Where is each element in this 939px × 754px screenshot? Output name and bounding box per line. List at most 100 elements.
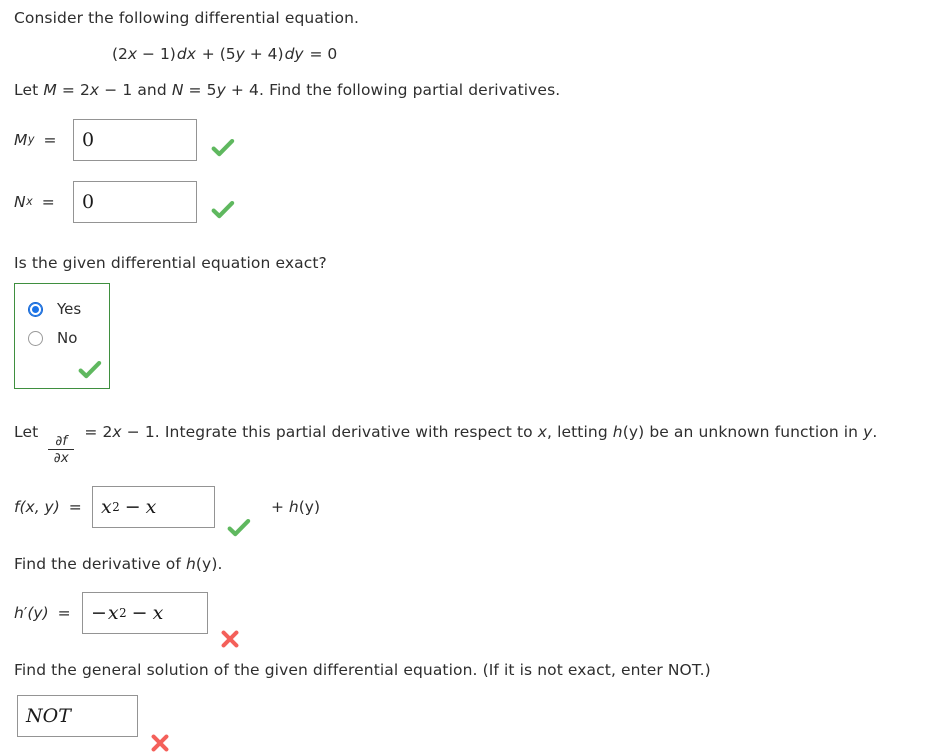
input-f[interactable]: x 2− x bbox=[92, 485, 215, 528]
exercise-page: Consider the following differential equa… bbox=[0, 0, 939, 752]
input-Nx[interactable]: 0 bbox=[73, 180, 197, 223]
eq-dx: dx bbox=[176, 44, 196, 63]
partial-Nx-row: Nx = 0 bbox=[14, 180, 939, 223]
general-solution-prompt: Find the general solution of the given d… bbox=[14, 660, 939, 681]
input-h-exponent: 2 bbox=[119, 605, 127, 620]
eq-dy: dy bbox=[284, 44, 304, 63]
integrate-after: − 1. Integrate this partial derivative w… bbox=[121, 422, 538, 441]
label-h-prime: h ′ (y) = bbox=[14, 592, 82, 634]
status-Nx bbox=[210, 181, 236, 223]
integrate-h-arg: (y) bbox=[622, 422, 645, 441]
integrate-tail-end: . bbox=[872, 422, 878, 441]
label-Nx-sub: x bbox=[26, 195, 33, 209]
input-general-solution[interactable]: NOT bbox=[17, 694, 138, 737]
let-mn-line: Let M = 2x − 1 and N = 5y + 4. Find the … bbox=[14, 80, 939, 101]
input-h-prime[interactable]: − x 2− x bbox=[82, 591, 208, 634]
input-f-exponent: 2 bbox=[112, 499, 120, 514]
input-Nx-value: 0 bbox=[82, 190, 95, 213]
line2-suffix: + 4. Find the following partial derivati… bbox=[225, 80, 561, 99]
derivative-prompt-arg: (y) bbox=[195, 554, 218, 573]
partial-fraction: ∂f ∂x bbox=[48, 432, 75, 466]
M-equals: = 2 bbox=[56, 80, 90, 99]
N-equals: = 5 bbox=[183, 80, 217, 99]
radio-option-yes[interactable]: Yes bbox=[15, 295, 109, 324]
differential-equation: (2x − 1)dx + (5y + 4)dy = 0 bbox=[112, 45, 939, 63]
correct-check-icon bbox=[211, 138, 235, 157]
integrate-tail: be an unknown function in bbox=[644, 422, 864, 441]
general-solution-text: Find the general solution of the given d… bbox=[14, 660, 711, 679]
label-Nx-equals: = bbox=[41, 192, 55, 211]
derivative-prompt: Find the derivative of h(y). bbox=[14, 554, 939, 575]
input-f-base: x bbox=[101, 495, 112, 518]
correct-check-icon bbox=[211, 200, 235, 219]
eq-plus-open: + (5 bbox=[196, 44, 236, 63]
correct-check-icon bbox=[78, 360, 102, 378]
input-h-tail: x bbox=[152, 601, 164, 624]
N-var-y: y bbox=[216, 80, 226, 99]
eq-var-y: y bbox=[235, 44, 245, 63]
input-general-solution-value: NOT bbox=[26, 704, 71, 727]
status-exact-question bbox=[15, 353, 109, 383]
integrate-respect-var: x bbox=[537, 422, 548, 441]
label-f-args: (x, y) bbox=[19, 497, 60, 516]
f-trailing-plus: + bbox=[271, 497, 289, 516]
label-f-equals: = bbox=[68, 497, 82, 516]
eq-plus-four: + 4) bbox=[244, 44, 284, 63]
eq-var-x: x bbox=[127, 44, 138, 63]
M-var-x: x bbox=[89, 80, 100, 99]
eq-minus-one: − 1) bbox=[137, 44, 176, 63]
radio-no-label: No bbox=[57, 329, 78, 348]
radio-option-no[interactable]: No bbox=[15, 324, 109, 353]
status-h-prime bbox=[219, 592, 241, 648]
label-My-equals: = bbox=[43, 130, 57, 149]
exact-prompt-text: Is the given differential equation exact… bbox=[14, 253, 327, 272]
f-trailing-term: + h(y) bbox=[271, 486, 320, 528]
radio-yes-dot[interactable] bbox=[28, 301, 43, 317]
label-My: My = bbox=[14, 119, 73, 161]
symbol-M: M bbox=[43, 80, 57, 99]
fraction-numerator: ∂f bbox=[55, 432, 68, 449]
f-trailing-arg: (y) bbox=[298, 497, 321, 516]
exact-question-prompt: Is the given differential equation exact… bbox=[14, 253, 939, 274]
input-h-sign: − bbox=[91, 601, 107, 624]
radio-yes-label: Yes bbox=[57, 300, 82, 319]
h-prime-answer-row: h ′ (y) = − x 2− x bbox=[14, 591, 939, 648]
input-h-base: x bbox=[107, 601, 119, 624]
M-rest: − 1 and bbox=[99, 80, 172, 99]
correct-check-icon bbox=[227, 518, 251, 537]
eq-open: (2 bbox=[112, 44, 128, 63]
input-f-operator: − bbox=[124, 495, 141, 518]
input-h-operator: − bbox=[131, 601, 148, 624]
intro-line: Consider the following differential equa… bbox=[14, 8, 939, 29]
integrate-instruction: Let ∂f ∂x = 2x − 1. Integrate this partia… bbox=[14, 422, 939, 465]
input-f-tail: x bbox=[145, 495, 157, 518]
let-prefix: Let bbox=[14, 80, 44, 99]
label-My-main: M bbox=[14, 130, 28, 149]
partial-My-row: My = 0 bbox=[14, 118, 939, 161]
label-h-prime-equals: = bbox=[57, 603, 71, 622]
intro-text: Consider the following differential equa… bbox=[14, 9, 360, 27]
symbol-N: N bbox=[171, 80, 184, 99]
derivative-prompt-end: . bbox=[217, 554, 223, 573]
input-My-value: 0 bbox=[82, 128, 95, 151]
label-h-prime-main: h bbox=[14, 603, 24, 622]
input-My[interactable]: 0 bbox=[73, 118, 197, 161]
incorrect-cross-icon bbox=[151, 734, 169, 752]
integrate-middle: = 2 bbox=[79, 422, 113, 441]
label-Nx-main: N bbox=[14, 192, 26, 211]
status-f bbox=[226, 486, 252, 537]
radio-no-dot[interactable] bbox=[28, 330, 43, 346]
integrate-prefix: Let bbox=[14, 422, 44, 441]
exact-answer-group: Yes No bbox=[14, 282, 110, 389]
integrate-middle-var: x bbox=[112, 422, 122, 441]
label-My-sub: y bbox=[27, 133, 35, 147]
incorrect-cross-icon bbox=[221, 630, 239, 648]
general-solution-row: NOT bbox=[17, 694, 939, 752]
integrate-after2: , letting bbox=[547, 422, 613, 441]
integrate-h-fn: h bbox=[612, 422, 623, 441]
derivative-prompt-prefix: Find the derivative of bbox=[14, 554, 186, 573]
label-Nx: Nx = bbox=[14, 181, 73, 223]
fraction-denominator: ∂x bbox=[53, 449, 69, 466]
status-My bbox=[210, 119, 236, 161]
label-h-prime-args: (y) bbox=[27, 603, 49, 622]
